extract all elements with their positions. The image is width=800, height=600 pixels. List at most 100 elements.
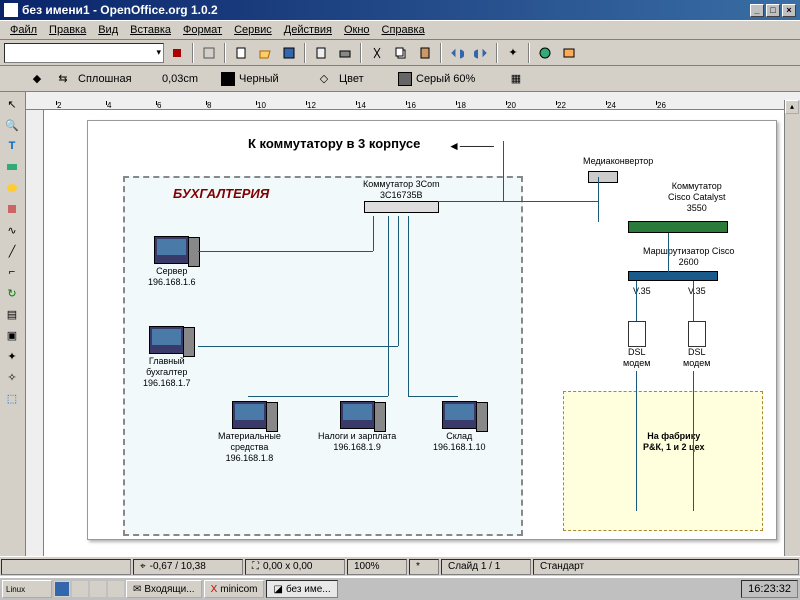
- menu-view[interactable]: Вид: [92, 22, 124, 38]
- line-width-combo[interactable]: 0,03cm: [162, 73, 217, 85]
- mediaconverter-icon: [588, 171, 618, 183]
- desktop-3-icon[interactable]: [90, 581, 106, 597]
- print-icon[interactable]: [334, 42, 356, 64]
- wire: [198, 346, 398, 347]
- nalogi-name: Налоги и зарплата: [318, 431, 396, 442]
- select-tool-icon[interactable]: ↖: [2, 94, 22, 114]
- minimize-button[interactable]: _: [750, 4, 764, 17]
- line-start-icon[interactable]: ◆: [26, 68, 48, 90]
- router-icon: [628, 271, 718, 281]
- scroll-up-icon[interactable]: ▴: [785, 100, 799, 114]
- status-mode: Стандарт: [533, 559, 799, 575]
- menu-help[interactable]: Справка: [376, 22, 431, 38]
- close-button[interactable]: ×: [782, 4, 796, 17]
- wire: [248, 396, 388, 397]
- export-icon[interactable]: [310, 42, 332, 64]
- nalogi-ip: 196.168.1.9: [318, 442, 396, 453]
- fill-icon[interactable]: ◇: [313, 68, 335, 90]
- cut-icon[interactable]: [366, 42, 388, 64]
- copy-icon[interactable]: [390, 42, 412, 64]
- menu-insert[interactable]: Вставка: [124, 22, 177, 38]
- dsl-modem-1: DSL модем: [623, 321, 650, 369]
- maximize-button[interactable]: □: [766, 4, 780, 17]
- status-size: ⛶0,00 x 0,00: [245, 559, 345, 575]
- hyperlink-icon[interactable]: [534, 42, 556, 64]
- 3d-tool-icon[interactable]: [2, 199, 22, 219]
- text-tool-icon[interactable]: T: [2, 136, 22, 156]
- node-nalogi: Налоги и зарплата 196.168.1.9: [318, 401, 396, 453]
- node-sklad: Склад 196.168.1.10: [433, 401, 486, 453]
- line-color-combo[interactable]: Черный: [239, 73, 309, 85]
- cisco-router-label: Маршрутизатор Cisco 2600: [643, 246, 734, 268]
- scrollbar-vertical[interactable]: ▴: [784, 100, 800, 560]
- menu-edit[interactable]: Правка: [43, 22, 92, 38]
- material-name: Материальные средства: [218, 431, 281, 453]
- diagram-title: К коммутатору в 3 корпусе: [248, 136, 420, 151]
- wire: [693, 371, 694, 511]
- line-tool-icon[interactable]: ╱: [2, 241, 22, 261]
- computer-icon: [154, 236, 189, 264]
- ellipse-tool-icon[interactable]: [2, 178, 22, 198]
- wire: [636, 371, 637, 511]
- new-icon[interactable]: [230, 42, 252, 64]
- v35-b: V.35: [688, 286, 706, 297]
- zoom-tool-icon[interactable]: 🔍: [2, 115, 22, 135]
- dsl2-label: DSL модем: [683, 347, 710, 369]
- effects-tool-icon[interactable]: ✧: [2, 367, 22, 387]
- dsl1-label: DSL модем: [623, 347, 650, 369]
- wire: [503, 141, 504, 201]
- drawing-canvas[interactable]: К коммутатору в 3 корпусе ◄──── БУХГАЛТЕ…: [44, 110, 800, 564]
- align-tool-icon[interactable]: ▤: [2, 304, 22, 324]
- desktop-4-icon[interactable]: [108, 581, 124, 597]
- menu-window[interactable]: Окно: [338, 22, 376, 38]
- ruler-horizontal: 24 68 1012 1416 1820 2224 26: [26, 92, 800, 110]
- taskbar-item-mail[interactable]: ✉Входящи...: [126, 580, 202, 598]
- status-coords: ⌖-0,67 / 10,38: [133, 559, 243, 575]
- node-material: Материальные средства 196.168.1.8: [218, 401, 281, 464]
- menu-service[interactable]: Сервис: [228, 22, 278, 38]
- arrange-tool-icon[interactable]: ▣: [2, 325, 22, 345]
- menu-format[interactable]: Формат: [177, 22, 228, 38]
- shadow-icon[interactable]: ▦: [505, 68, 527, 90]
- edit-icon[interactable]: [198, 42, 220, 64]
- redo-icon[interactable]: [470, 42, 492, 64]
- url-combo[interactable]: [4, 43, 164, 63]
- switch-icon: [364, 201, 439, 213]
- paste-icon[interactable]: [414, 42, 436, 64]
- fill-mode-combo[interactable]: Цвет: [339, 73, 394, 85]
- undo-icon[interactable]: [446, 42, 468, 64]
- insert-tool-icon[interactable]: ✦: [2, 346, 22, 366]
- line-style-combo[interactable]: Сплошная: [78, 73, 158, 85]
- sklad-ip: 196.168.1.10: [433, 442, 486, 453]
- desktop-1-icon[interactable]: [54, 581, 70, 597]
- save-icon[interactable]: [278, 42, 300, 64]
- status-zoom[interactable]: 100%: [347, 559, 407, 575]
- connector-tool-icon[interactable]: ⌐: [2, 262, 22, 282]
- stop-icon[interactable]: [166, 42, 188, 64]
- fill-color-combo[interactable]: Серый 60%: [416, 73, 501, 85]
- curve-tool-icon[interactable]: ∿: [2, 220, 22, 240]
- taskbar-item-minicom[interactable]: Xminicom: [204, 580, 265, 598]
- window-titlebar: без имени1 - OpenOffice.org 1.0.2 _ □ ×: [0, 0, 800, 20]
- slide-page: К коммутатору в 3 корпусе ◄──── БУХГАЛТЕ…: [87, 120, 777, 540]
- menubar: Файл Правка Вид Вставка Формат Сервис Де…: [0, 20, 800, 40]
- switch-3com: Коммутатор 3Com 3C16735B: [363, 179, 440, 213]
- wire: [398, 216, 399, 346]
- interaction-tool-icon[interactable]: ⬚: [2, 388, 22, 408]
- arrow-style-icon[interactable]: ⇆: [52, 68, 74, 90]
- menu-file[interactable]: Файл: [4, 22, 43, 38]
- menu-actions[interactable]: Действия: [278, 22, 338, 38]
- desktop-2-icon[interactable]: [72, 581, 88, 597]
- navigator-icon[interactable]: ✦: [502, 42, 524, 64]
- line-color-swatch[interactable]: [221, 72, 235, 86]
- fill-color-swatch[interactable]: [398, 72, 412, 86]
- open-icon[interactable]: [254, 42, 276, 64]
- dsl-modem-2: DSL модем: [683, 321, 710, 369]
- gallery-icon[interactable]: [558, 42, 580, 64]
- rotate-tool-icon[interactable]: ↻: [2, 283, 22, 303]
- factory-label: На фабрику Р&К, 1 и 2 цех: [643, 431, 704, 453]
- statusbar: ⌖-0,67 / 10,38 ⛶0,00 x 0,00 100% * Слайд…: [0, 556, 800, 576]
- taskbar-item-openoffice[interactable]: ◪без име...: [266, 580, 337, 598]
- start-button[interactable]: Linux: [2, 580, 52, 598]
- rect-tool-icon[interactable]: [2, 157, 22, 177]
